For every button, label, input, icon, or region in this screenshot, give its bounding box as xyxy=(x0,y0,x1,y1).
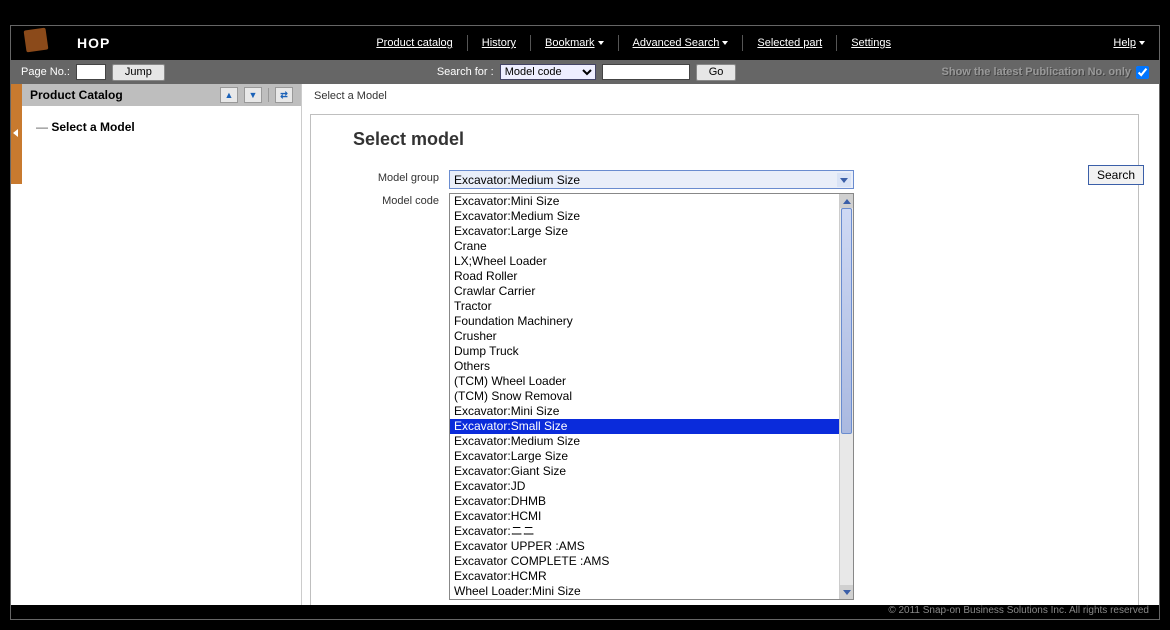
dropdown-option[interactable]: Wheel Loader:Mini Size xyxy=(450,584,839,599)
sidebar-collapse-up-button[interactable]: ▲ xyxy=(220,87,238,103)
sidebar-title: Product Catalog xyxy=(30,88,123,102)
search-button[interactable]: Search xyxy=(1088,165,1144,185)
dropdown-option[interactable]: Excavator:Medium Size xyxy=(450,434,839,449)
jump-button[interactable]: Jump xyxy=(112,64,165,81)
model-group-selected-value: Excavator:Medium Size xyxy=(454,173,580,187)
nav-product-catalog[interactable]: Product catalog xyxy=(370,37,458,49)
dropdown-option[interactable]: Excavator UPPER :AMS xyxy=(450,539,839,554)
dropdown-option[interactable]: Crusher xyxy=(450,329,839,344)
tree-item-select-model[interactable]: Select a Model xyxy=(30,116,293,138)
dropdown-option[interactable]: (TCM) Snow Removal xyxy=(450,389,839,404)
dropdown-option[interactable]: LX;Wheel Loader xyxy=(450,254,839,269)
breadcrumb: Select a Model xyxy=(302,84,1159,108)
footer-copyright: © 2011 Snap-on Business Solutions Inc. A… xyxy=(11,605,1159,619)
nav-separator xyxy=(836,35,837,51)
chevron-down-icon xyxy=(722,41,728,45)
model-group-select[interactable]: Excavator:Medium Size xyxy=(449,170,854,189)
model-code-label: Model code xyxy=(353,193,449,207)
top-nav: Product catalog History Bookmark Advance… xyxy=(370,35,897,51)
sidebar-expand-down-button[interactable]: ▼ xyxy=(244,87,262,103)
page-no-input[interactable] xyxy=(76,64,106,80)
nav-help[interactable]: Help xyxy=(1113,37,1145,49)
nav-settings[interactable]: Settings xyxy=(845,37,897,49)
chevron-down-icon xyxy=(1139,41,1145,45)
toolbar-separator xyxy=(268,88,269,102)
dropdown-option[interactable]: Excavator:Mini Size xyxy=(450,194,839,209)
nav-separator xyxy=(742,35,743,51)
chevron-down-icon xyxy=(598,41,604,45)
dropdown-option[interactable]: Excavator:DHMB xyxy=(450,494,839,509)
dropdown-option[interactable]: Tractor xyxy=(450,299,839,314)
dropdown-option[interactable]: Road Roller xyxy=(450,269,839,284)
page-no-label: Page No.: xyxy=(21,66,70,78)
dropdown-option[interactable]: Excavator:Medium Size xyxy=(450,209,839,224)
dropdown-option[interactable]: (TCM) Wheel Loader xyxy=(450,374,839,389)
nav-separator xyxy=(618,35,619,51)
dropdown-option[interactable]: Crane xyxy=(450,239,839,254)
chevron-down-icon xyxy=(837,173,851,187)
dropdown-option[interactable]: Excavator:HCMI xyxy=(450,509,839,524)
sidebar-collapse-toggle[interactable] xyxy=(11,84,22,184)
nav-history[interactable]: History xyxy=(476,37,522,49)
dropdown-option[interactable]: Crawlar Carrier xyxy=(450,284,839,299)
search-for-label: Search for : xyxy=(437,66,494,78)
dropdown-option[interactable]: Excavator:ニニ xyxy=(450,524,839,539)
nav-bookmark[interactable]: Bookmark xyxy=(539,37,610,49)
model-group-label: Model group xyxy=(353,170,449,184)
go-button[interactable]: Go xyxy=(696,64,737,81)
scroll-up-button[interactable] xyxy=(840,194,853,208)
nav-separator xyxy=(467,35,468,51)
dropdown-option[interactable]: Excavator:Large Size xyxy=(450,449,839,464)
dropdown-option[interactable]: Dump Truck xyxy=(450,344,839,359)
scroll-thumb[interactable] xyxy=(841,208,852,434)
page-title: Select model xyxy=(353,129,1098,150)
dropdown-option[interactable]: Excavator:Mini Size xyxy=(450,404,839,419)
dropdown-option[interactable]: Excavator:Large Size xyxy=(450,224,839,239)
dropdown-option[interactable]: Excavator:Small Size xyxy=(450,419,839,434)
dropdown-scrollbar[interactable] xyxy=(839,194,853,599)
brand-name: HOP xyxy=(77,35,110,51)
search-type-select[interactable]: Model code xyxy=(500,64,596,80)
dropdown-option[interactable]: Excavator:JD xyxy=(450,479,839,494)
search-value-input[interactable] xyxy=(602,64,690,80)
dropdown-option[interactable]: Excavator:HCMR xyxy=(450,569,839,584)
model-code-dropdown[interactable]: Excavator:Mini SizeExcavator:Medium Size… xyxy=(449,193,854,600)
dropdown-option[interactable]: Foundation Machinery xyxy=(450,314,839,329)
dropdown-option[interactable]: Excavator:Giant Size xyxy=(450,464,839,479)
app-logo-icon xyxy=(24,28,49,53)
nav-selected-part[interactable]: Selected part xyxy=(751,37,828,49)
sidebar-swap-button[interactable]: ⇄ xyxy=(275,87,293,103)
dropdown-option[interactable]: Others xyxy=(450,359,839,374)
scroll-down-button[interactable] xyxy=(840,585,853,599)
latest-pub-checkbox[interactable] xyxy=(1136,66,1149,79)
nav-advanced-search[interactable]: Advanced Search xyxy=(627,37,735,49)
nav-separator xyxy=(530,35,531,51)
dropdown-option[interactable]: Excavator COMPLETE :AMS xyxy=(450,554,839,569)
latest-pub-label: Show the latest Publication No. only xyxy=(942,66,1131,78)
